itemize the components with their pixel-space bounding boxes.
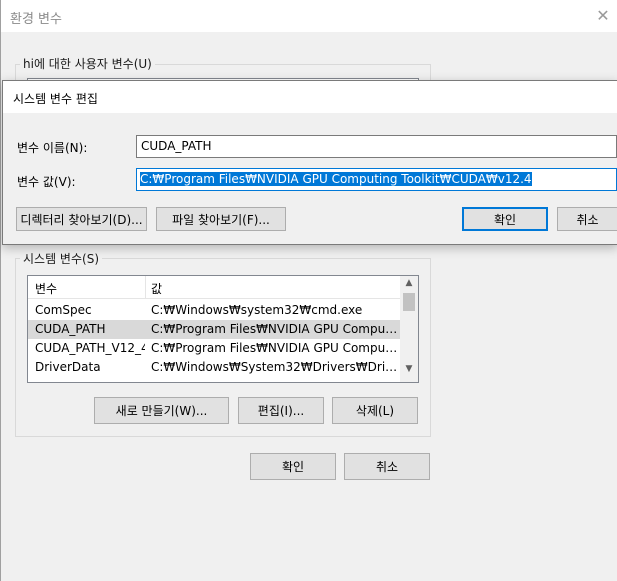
row-variable-value: C:₩Windows₩system32₩cmd.exe <box>151 303 363 317</box>
browse-directory-button[interactable]: 디렉터리 찾아보기(D)... <box>16 207 147 231</box>
system-variables-label: 시스템 변수(S) <box>20 250 102 267</box>
table-row[interactable]: CUDA_PATH C:₩Program Files₩NVIDIA GPU Co… <box>28 320 400 339</box>
variable-value-input[interactable]: C:₩Program Files₩NVIDIA GPU Computing To… <box>136 168 617 191</box>
column-separator[interactable] <box>145 276 146 298</box>
user-variables-label: hi에 대한 사용자 변수(U) <box>20 55 155 72</box>
variable-name-input[interactable]: CUDA_PATH <box>136 135 617 158</box>
close-icon[interactable]: ✕ <box>593 6 613 26</box>
browse-file-button[interactable]: 파일 찾아보기(F)... <box>156 207 286 231</box>
variable-value-label: 변수 값(V): <box>17 175 76 189</box>
edit-system-variable-dialog: 시스템 변수 편집 변수 이름(N): CUDA_PATH 변수 값(V): C… <box>2 80 617 245</box>
table-row[interactable]: DriverData C:₩Windows₩System32₩Drivers₩D… <box>28 358 400 377</box>
new-variable-button[interactable]: 새로 만들기(W)... <box>94 397 229 424</box>
variable-value-text: C:₩Program Files₩NVIDIA GPU Computing To… <box>140 172 532 186</box>
row-variable-value: C:₩Program Files₩NVIDIA GPU Computing... <box>151 341 398 355</box>
vertical-scrollbar[interactable]: ▲ ▼ <box>400 276 418 382</box>
edit-ok-button[interactable]: 확인 <box>462 207 548 231</box>
scroll-down-arrow-icon[interactable]: ▼ <box>400 364 418 378</box>
row-variable-name: CUDA_PATH <box>35 322 106 336</box>
row-variable-value: C:₩Program Files₩NVIDIA GPU Computing... <box>151 322 398 336</box>
edit-cancel-button[interactable]: 취소 <box>557 207 617 231</box>
cancel-button[interactable]: 취소 <box>344 453 430 480</box>
table-row[interactable]: CUDA_PATH_V12_4 C:₩Program Files₩NVIDIA … <box>28 339 400 358</box>
ok-button[interactable]: 확인 <box>250 453 336 480</box>
env-window-title: 환경 변수 <box>10 12 62 27</box>
scroll-up-arrow-icon[interactable]: ▲ <box>400 278 418 292</box>
column-header-name[interactable]: 변수 <box>35 280 57 297</box>
row-variable-name: ComSpec <box>35 303 92 317</box>
column-header-value[interactable]: 값 <box>151 280 162 297</box>
delete-variable-button[interactable]: 삭제(L) <box>332 397 418 424</box>
edit-variable-button[interactable]: 편집(I)... <box>238 397 324 424</box>
table-row[interactable]: ComSpec C:₩Windows₩system32₩cmd.exe <box>28 301 400 320</box>
scrollbar-thumb[interactable] <box>403 293 415 311</box>
list-header: 변수 값 <box>28 276 400 299</box>
row-variable-name: CUDA_PATH_V12_4 <box>35 341 145 355</box>
system-variables-list[interactable]: 변수 값 ComSpec C:₩Windows₩system32₩cmd.exe… <box>27 275 419 383</box>
env-titlebar <box>1 0 617 32</box>
row-variable-name: DriverData <box>35 360 101 374</box>
edit-dialog-title: 시스템 변수 편집 <box>13 92 98 106</box>
variable-name-label: 변수 이름(N): <box>17 141 88 155</box>
row-variable-value: C:₩Windows₩System32₩Drivers₩DriverData <box>151 360 398 374</box>
